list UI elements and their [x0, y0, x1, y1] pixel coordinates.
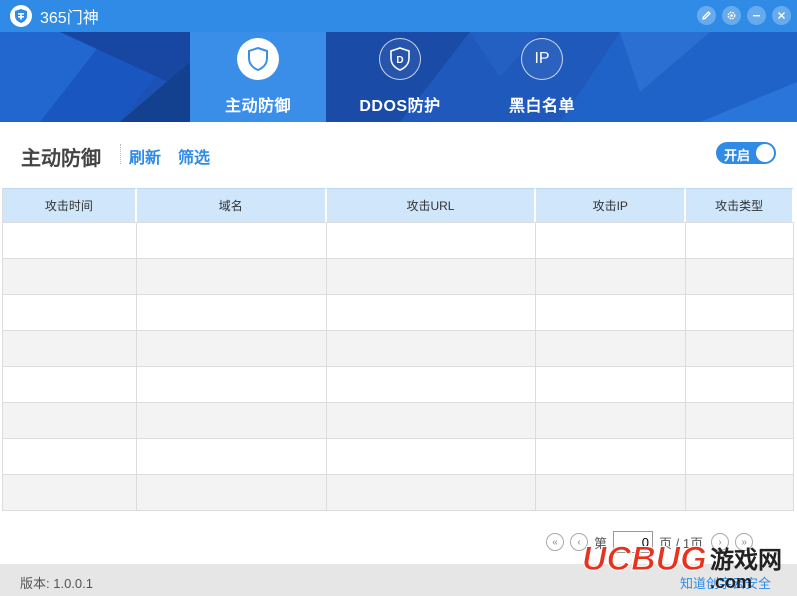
cell-attack-url	[326, 330, 537, 366]
filter-link[interactable]: 筛选	[178, 144, 210, 168]
cell-attack-ip	[536, 330, 687, 366]
cell-attack-url	[326, 258, 537, 294]
cell-attack-time	[3, 222, 137, 258]
cell-domain	[136, 294, 327, 330]
cell-attack-url	[326, 474, 537, 510]
cell-attack-ip	[536, 258, 687, 294]
column-header-attack-time[interactable]: 攻击时间	[3, 188, 137, 222]
tab-label: DDOS防护	[359, 98, 441, 115]
watermark-domain: .com	[710, 572, 752, 592]
app-title: 365门神	[40, 10, 99, 27]
cell-attack-time	[3, 474, 137, 510]
cell-domain	[136, 366, 327, 402]
refresh-link[interactable]: 刷新	[129, 144, 161, 168]
cell-domain	[136, 438, 327, 474]
cell-attack-ip	[536, 222, 687, 258]
cell-attack-ip	[536, 438, 687, 474]
cell-domain	[136, 258, 327, 294]
toggle-knob	[756, 144, 774, 162]
cell-attack-time	[3, 294, 137, 330]
cell-attack-type	[686, 294, 794, 330]
table-row[interactable]	[3, 438, 794, 474]
cell-attack-url	[326, 366, 537, 402]
cell-attack-time	[3, 366, 137, 402]
toggle-label: 开启	[724, 148, 751, 163]
ip-icon: IP	[521, 38, 563, 80]
cell-attack-type	[686, 222, 794, 258]
ip-icon-text: IP	[534, 50, 550, 67]
table-row[interactable]	[3, 366, 794, 402]
watermark-text: 游戏网	[710, 545, 782, 574]
watermark-logo: UCBUG 游戏网 .com	[582, 540, 783, 593]
column-header-attack-ip[interactable]: 攻击IP	[536, 188, 687, 222]
protection-toggle[interactable]: 开启	[716, 142, 776, 164]
table-row[interactable]	[3, 222, 794, 258]
cell-attack-ip	[536, 366, 687, 402]
cell-attack-type	[686, 366, 794, 402]
cell-attack-type	[686, 258, 794, 294]
divider	[120, 144, 121, 164]
cell-attack-url	[326, 402, 537, 438]
cell-attack-ip	[536, 402, 687, 438]
content-toolbar: 主动防御 刷新 筛选 开启	[0, 122, 797, 188]
tab-label: 黑白名单	[508, 98, 575, 115]
cell-attack-time	[3, 330, 137, 366]
cell-domain	[136, 330, 327, 366]
table-row[interactable]	[3, 330, 794, 366]
cell-attack-ip	[536, 474, 687, 510]
version-label: 版本: 1.0.0.1	[20, 576, 93, 591]
first-page-icon[interactable]: «	[546, 533, 564, 551]
table-header-row: 攻击时间 域名 攻击URL 攻击IP 攻击类型	[3, 188, 794, 222]
close-icon[interactable]	[772, 6, 791, 25]
cell-domain	[136, 474, 327, 510]
cell-attack-type	[686, 474, 794, 510]
table-row[interactable]	[3, 402, 794, 438]
pencil-icon[interactable]	[697, 6, 716, 25]
cell-attack-time	[3, 438, 137, 474]
cell-attack-url	[326, 222, 537, 258]
column-header-attack-url[interactable]: 攻击URL	[326, 188, 537, 222]
ddos-shield-icon: D	[379, 38, 421, 80]
cell-attack-type	[686, 402, 794, 438]
cell-attack-url	[326, 294, 537, 330]
cell-attack-type	[686, 330, 794, 366]
table-row[interactable]	[3, 258, 794, 294]
tab-label: 主动防御	[224, 98, 291, 115]
cell-attack-url	[326, 438, 537, 474]
column-header-attack-type[interactable]: 攻击类型	[686, 188, 794, 222]
watermark-brand: UCBUG	[582, 540, 707, 578]
ddos-icon-letter: D	[396, 55, 403, 66]
table-body	[3, 222, 794, 510]
cell-attack-time	[3, 402, 137, 438]
table-row[interactable]	[3, 294, 794, 330]
table-row[interactable]	[3, 474, 794, 510]
tab-active-defense[interactable]: 主动防御	[190, 32, 326, 122]
nav-banner: 主动防御 D DDOS防护 IP 黑白名单	[0, 32, 797, 122]
cell-attack-type	[686, 438, 794, 474]
cell-domain	[136, 402, 327, 438]
tab-black-white-list[interactable]: IP 黑白名单	[474, 32, 610, 122]
app-logo-icon	[10, 5, 32, 27]
cell-domain	[136, 222, 327, 258]
tab-ddos-protection[interactable]: D DDOS防护	[332, 32, 468, 122]
cell-attack-ip	[536, 294, 687, 330]
gear-icon[interactable]	[722, 6, 741, 25]
cell-attack-time	[3, 258, 137, 294]
title-bar: 365门神	[0, 0, 797, 32]
page-title: 主动防御	[21, 148, 101, 170]
shield-icon	[237, 38, 279, 80]
column-header-domain[interactable]: 域名	[136, 188, 327, 222]
minimize-icon[interactable]	[747, 6, 766, 25]
attack-log-table: 攻击时间 域名 攻击URL 攻击IP 攻击类型	[2, 188, 794, 511]
